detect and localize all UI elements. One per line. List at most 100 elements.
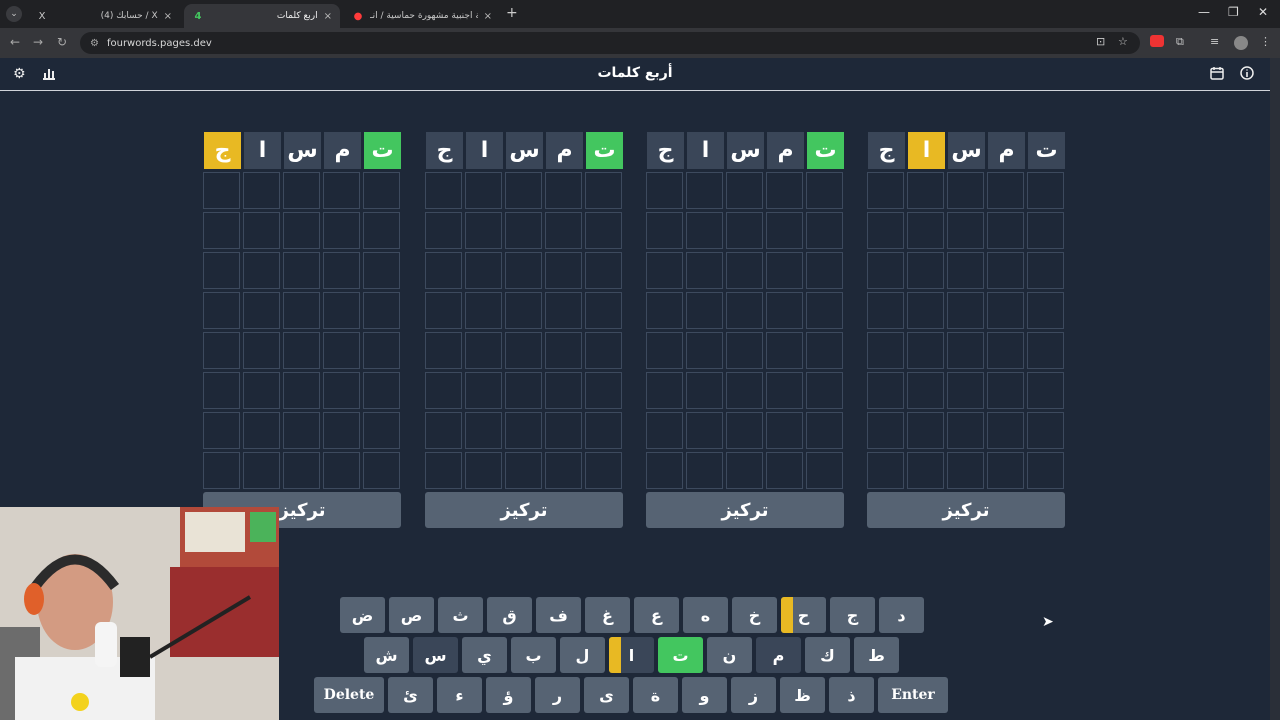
keyboard-key[interactable]: ي xyxy=(462,637,507,673)
keyboard-key[interactable]: ء xyxy=(437,677,482,713)
keyboard-key[interactable]: ل xyxy=(560,637,605,673)
page-scrollbar[interactable] xyxy=(1270,58,1280,720)
empty-row xyxy=(425,292,623,329)
empty-row xyxy=(425,172,623,209)
close-icon[interactable]: × xyxy=(164,11,172,22)
extensions-puzzle-icon[interactable]: ⧉ xyxy=(1176,35,1184,49)
keyboard-key[interactable]: ا xyxy=(609,637,654,673)
keyboard-key[interactable]: ر xyxy=(535,677,580,713)
keyboard-key[interactable]: ف xyxy=(536,597,581,633)
empty-tile xyxy=(363,332,400,369)
empty-tile xyxy=(947,332,984,369)
install-app-icon[interactable]: ⊡ xyxy=(1096,35,1105,48)
empty-tile xyxy=(505,332,542,369)
site-info-icon[interactable]: ⚙ xyxy=(90,38,99,49)
profile-avatar[interactable] xyxy=(1234,36,1248,50)
empty-tile xyxy=(947,452,984,489)
close-icon[interactable]: × xyxy=(324,11,332,22)
keyboard-key[interactable]: ؤ xyxy=(486,677,531,713)
empty-tile xyxy=(363,292,400,329)
menu-kebab-icon[interactable]: ⋮ xyxy=(1260,35,1271,48)
keyboard-key[interactable]: ز xyxy=(731,677,776,713)
reload-icon[interactable]: ↻ xyxy=(57,35,67,49)
keyboard-key[interactable]: ص xyxy=(389,597,434,633)
empty-row xyxy=(425,332,623,369)
delete-key[interactable]: Delete xyxy=(314,677,384,713)
bookmark-star-icon[interactable]: ☆ xyxy=(1118,35,1128,48)
empty-tile xyxy=(545,252,582,289)
keyboard-key[interactable]: و xyxy=(682,677,727,713)
keyboard-key[interactable]: ق xyxy=(487,597,532,633)
minimize-icon[interactable]: — xyxy=(1198,5,1210,19)
keyboard-key[interactable]: خ xyxy=(732,597,777,633)
empty-tile xyxy=(585,252,622,289)
back-icon[interactable]: ← xyxy=(10,35,20,49)
tab-x[interactable]: X (4) حسابك / X × xyxy=(28,4,180,28)
keyboard-key[interactable]: س xyxy=(413,637,458,673)
keyboard-key[interactable]: ظ xyxy=(780,677,825,713)
empty-tile xyxy=(203,372,240,409)
empty-tile xyxy=(987,332,1024,369)
letter-tile: ا xyxy=(466,132,503,169)
keyboard-key[interactable]: ض xyxy=(340,597,385,633)
empty-tile xyxy=(686,372,723,409)
keyboard-key[interactable]: ك xyxy=(805,637,850,673)
empty-tile xyxy=(363,172,400,209)
info-icon[interactable] xyxy=(1240,66,1254,84)
new-tab-button[interactable]: + xyxy=(506,5,518,21)
keyboard-key[interactable]: د xyxy=(879,597,924,633)
keyboard-key[interactable]: ه xyxy=(683,597,728,633)
tab-fourwords[interactable]: 4 أربع كلمات × xyxy=(184,4,340,28)
keyboard-key[interactable]: ئ xyxy=(388,677,433,713)
empty-tile xyxy=(465,412,502,449)
empty-tile xyxy=(465,372,502,409)
keyboard-key[interactable]: ع xyxy=(634,597,679,633)
empty-tile xyxy=(425,412,462,449)
guess-row: تمساج xyxy=(425,132,623,169)
empty-row xyxy=(203,332,401,369)
empty-tile xyxy=(283,172,320,209)
focus-button[interactable]: تركيز xyxy=(867,492,1065,528)
empty-row xyxy=(646,212,844,249)
keyboard-key[interactable]: ى xyxy=(584,677,629,713)
keyboard-row-1: ضصثقفغعهخحجد xyxy=(340,597,924,633)
keyboard-key[interactable]: ن xyxy=(707,637,752,673)
empty-tile xyxy=(766,452,803,489)
keyboard-key[interactable]: ة xyxy=(633,677,678,713)
keyboard-key[interactable]: غ xyxy=(585,597,630,633)
media-queue-icon[interactable]: ≡ xyxy=(1210,35,1219,48)
empty-tile xyxy=(283,212,320,249)
forward-icon[interactable]: → xyxy=(33,35,43,49)
keyboard-key[interactable]: ث xyxy=(438,597,483,633)
empty-row xyxy=(867,172,1065,209)
tab-search-chevron-icon[interactable]: ⌄ xyxy=(6,6,22,22)
keyboard-row-3: Delete ئ ء ؤ ر ى ة و ز ظ ذ Enter xyxy=(314,677,948,713)
empty-tile xyxy=(545,292,582,329)
keyboard-key[interactable]: ج xyxy=(830,597,875,633)
x-icon: X xyxy=(38,10,46,22)
keyboard-key[interactable]: ت xyxy=(658,637,703,673)
keyboard-key[interactable]: م xyxy=(756,637,801,673)
keyboard-key[interactable]: ش xyxy=(364,637,409,673)
tab-youtube[interactable]: ● اغنية اجنبية مشهورة حماسية / انـ... × xyxy=(344,4,500,28)
keyboard-key[interactable]: ط xyxy=(854,637,899,673)
keyboard-key[interactable]: ذ xyxy=(829,677,874,713)
guess-row: تمساج xyxy=(646,132,844,169)
page-title: أربع كلمات xyxy=(597,65,673,81)
key-label: ل xyxy=(575,645,590,665)
keyboard-key[interactable]: ح xyxy=(781,597,826,633)
keyboard-key[interactable]: ب xyxy=(511,637,556,673)
calendar-icon[interactable] xyxy=(1210,66,1224,84)
address-bar[interactable]: ⚙ fourwords.pages.dev xyxy=(80,32,1140,54)
empty-tile xyxy=(987,292,1024,329)
close-icon[interactable]: × xyxy=(484,11,492,22)
extension-red-icon[interactable] xyxy=(1150,35,1164,47)
close-window-icon[interactable]: ✕ xyxy=(1258,5,1268,19)
focus-button[interactable]: تركيز xyxy=(646,492,844,528)
letter-tile: ا xyxy=(244,132,281,169)
focus-button[interactable]: تركيز xyxy=(425,492,623,528)
empty-tile xyxy=(806,292,843,329)
empty-tile xyxy=(505,172,542,209)
restore-icon[interactable]: ❐ xyxy=(1228,5,1239,19)
enter-key[interactable]: Enter xyxy=(878,677,948,713)
